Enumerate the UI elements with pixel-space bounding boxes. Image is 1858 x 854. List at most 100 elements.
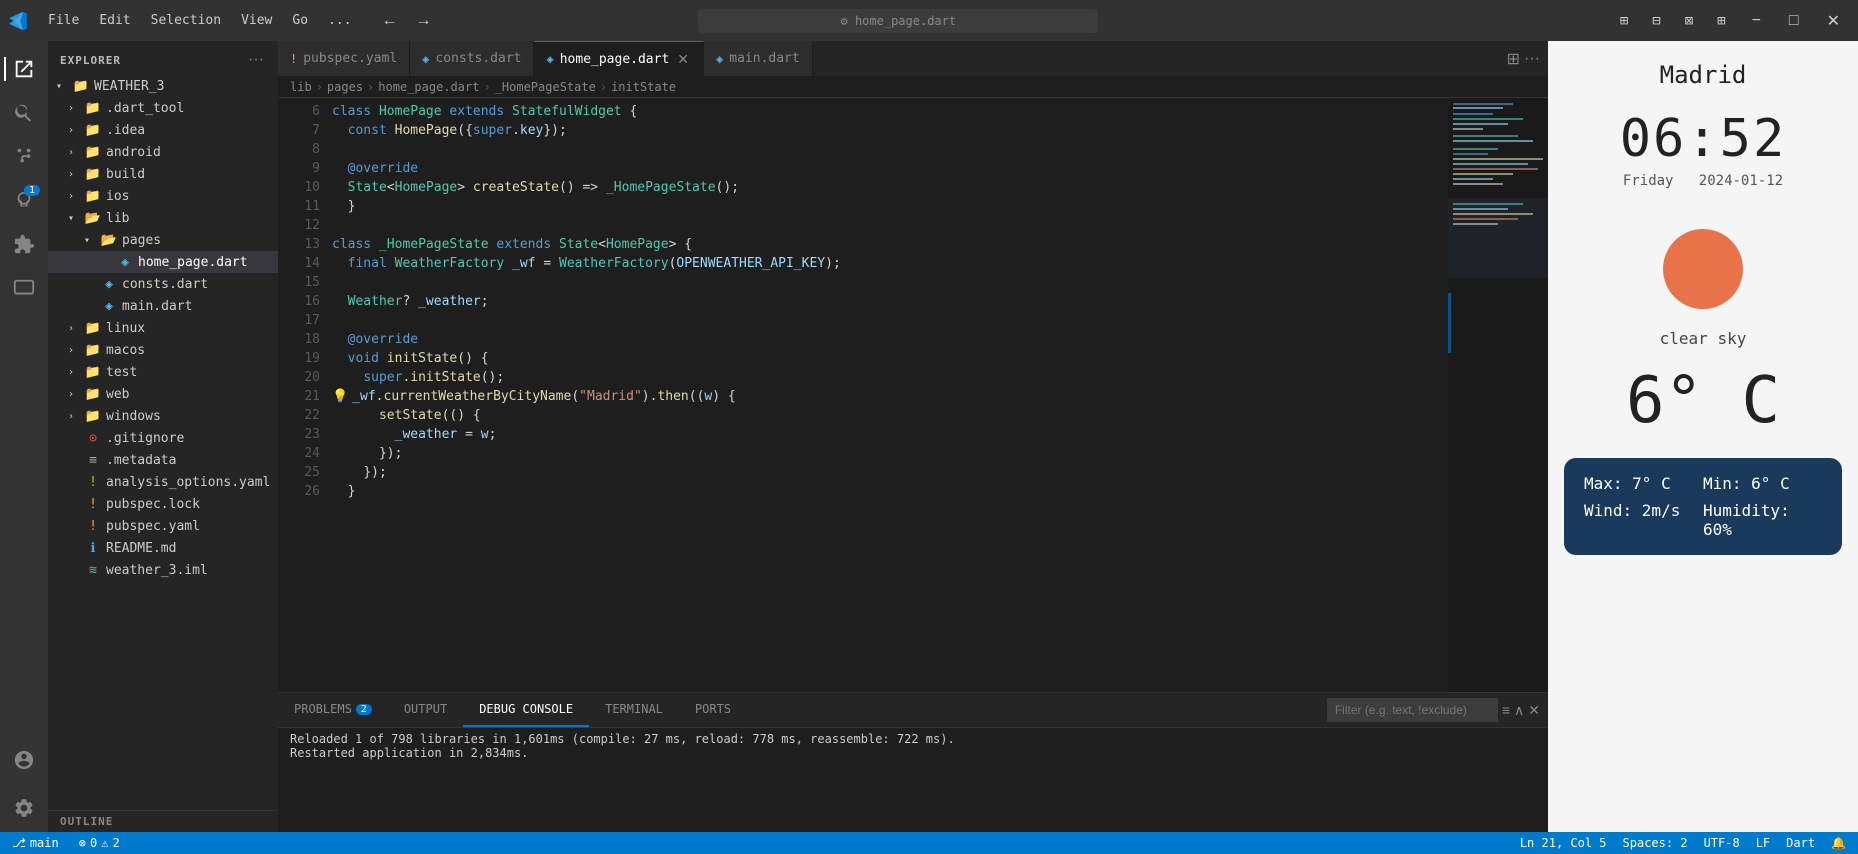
yaml-icon: ! [84, 475, 102, 490]
panel-tab-ports[interactable]: PORTS [679, 693, 747, 727]
panel-close-button[interactable]: ✕ [1528, 702, 1540, 719]
breadcrumb-lib[interactable]: lib [290, 80, 312, 94]
breadcrumb-class[interactable]: _HomePageState [495, 80, 596, 94]
activity-source-control[interactable] [4, 137, 44, 177]
activity-extensions[interactable] [4, 225, 44, 265]
sidebar-item-main[interactable]: ◈ main.dart [48, 295, 278, 317]
sidebar-item-weather-iml[interactable]: ≋ weather_3.iml [48, 559, 278, 581]
breadcrumb-file[interactable]: home_page.dart [378, 80, 479, 94]
sidebar-item-android[interactable]: › 📁 android [48, 141, 278, 163]
weather-min-temp: Min: 6° C [1703, 474, 1822, 493]
panel-tabs: PROBLEMS 2 OUTPUT DEBUG CONSOLE TERMINAL… [278, 693, 1548, 728]
sidebar-item-gitignore[interactable]: ⊙ .gitignore [48, 427, 278, 449]
panel-filter-input[interactable] [1327, 698, 1498, 722]
console-line: Restarted application in 2,834ms. [290, 746, 1536, 760]
status-feedback[interactable]: 🔔 [1827, 836, 1850, 850]
settings-layout-icon[interactable]: ⊞ [1612, 9, 1636, 33]
minimize-button[interactable]: − [1742, 8, 1771, 34]
panel-tab-problems[interactable]: PROBLEMS 2 [278, 693, 388, 727]
status-language[interactable]: Dart [1782, 836, 1819, 850]
tab-close-button[interactable]: ✕ [675, 51, 691, 68]
breadcrumb-pages[interactable]: pages [327, 80, 363, 94]
sidebar-item-pubspec[interactable]: ! pubspec.yaml [48, 515, 278, 537]
code-content[interactable]: class HomePage extends StatefulWidget { … [328, 98, 1448, 692]
status-encoding[interactable]: UTF-8 [1700, 836, 1744, 850]
search-bar[interactable]: ⚙ home_page.dart [698, 9, 1098, 33]
customize-layout-icon[interactable]: ⊞ [1709, 9, 1733, 33]
activity-remote[interactable] [4, 269, 44, 309]
folder-icon: 📁 [84, 189, 102, 204]
language-text: Dart [1786, 836, 1815, 850]
panel-scroll-up-button[interactable]: ∧ [1514, 702, 1524, 719]
panel-tab-terminal[interactable]: TERMINAL [589, 693, 679, 727]
sidebar-item-dart-tool[interactable]: › 📁 .dart_tool [48, 97, 278, 119]
sidebar-more-button[interactable]: ··· [246, 49, 266, 71]
sidebar-item-windows[interactable]: › 📁 windows [48, 405, 278, 427]
close-button[interactable]: ✕ [1817, 7, 1850, 35]
tab-consts[interactable]: ◈ consts.dart [410, 41, 534, 76]
panel-layout-icon[interactable]: ⊟ [1644, 9, 1668, 33]
folder-icon: 📁 [72, 79, 90, 94]
sidebar-item-consts[interactable]: ◈ consts.dart [48, 273, 278, 295]
status-spaces[interactable]: Spaces: 2 [1619, 836, 1692, 850]
sidebar-header: EXPLORER ··· [48, 41, 278, 75]
sidebar-item-web[interactable]: › 📁 web [48, 383, 278, 405]
activity-explorer[interactable] [4, 49, 44, 89]
menu-view[interactable]: View [233, 9, 280, 32]
weather-panel: Madrid 06:52 Friday 2024-01-12 clear sky… [1548, 41, 1858, 832]
activity-run-debug[interactable]: 1 [4, 181, 44, 221]
sidebar-item-pubspec-lock[interactable]: ! pubspec.lock [48, 493, 278, 515]
menu-edit[interactable]: Edit [91, 9, 138, 32]
tab-home-page[interactable]: ◈ home_page.dart ✕ [534, 41, 704, 76]
outline-section[interactable]: OUTLINE [48, 810, 278, 832]
split-editor-button[interactable]: ⊞ [1507, 49, 1520, 69]
status-line-col[interactable]: Ln 21, Col 5 [1516, 836, 1611, 850]
status-errors[interactable]: ⊗ 0 ⚠ 2 [75, 836, 124, 850]
menu-go[interactable]: Go [284, 9, 316, 32]
activity-settings[interactable] [4, 788, 44, 828]
code-line: }); [328, 463, 1448, 482]
status-crlf[interactable]: LF [1752, 836, 1774, 850]
maximize-button[interactable]: □ [1779, 8, 1809, 34]
sidebar-item-readme[interactable]: ℹ README.md [48, 537, 278, 559]
menu-more[interactable]: ... [320, 9, 359, 32]
code-line: _weather = w; [328, 425, 1448, 444]
nav-forward-button[interactable]: → [410, 8, 438, 34]
status-bar: ⎇ main ⊗ 0 ⚠ 2 Ln 21, Col 5 Spaces: 2 UT… [0, 832, 1858, 854]
sidebar-item-pages[interactable]: ▾ 📂 pages [48, 229, 278, 251]
problems-label: PROBLEMS [294, 702, 352, 716]
sidebar-item-home-page[interactable]: ◈ home_page.dart [48, 251, 278, 273]
arrow-icon: › [68, 389, 84, 400]
panel-tab-output[interactable]: OUTPUT [388, 693, 463, 727]
split-layout-icon[interactable]: ⊠ [1677, 9, 1701, 33]
item-label: weather_3.iml [106, 563, 278, 578]
sidebar-item-analysis[interactable]: ! analysis_options.yaml [48, 471, 278, 493]
sidebar-item-build[interactable]: › 📁 build [48, 163, 278, 185]
sidebar-item-macos[interactable]: › 📁 macos [48, 339, 278, 361]
menu-selection[interactable]: Selection [143, 9, 229, 32]
activity-account[interactable] [4, 740, 44, 780]
activity-search[interactable] [4, 93, 44, 133]
sidebar-item-linux[interactable]: › 📁 linux [48, 317, 278, 339]
sidebar-item-ios[interactable]: › 📁 ios [48, 185, 278, 207]
status-branch[interactable]: ⎇ main [8, 836, 63, 850]
panel-list-view-button[interactable]: ≡ [1502, 702, 1510, 718]
weather-date-value: 2024-01-12 [1699, 173, 1783, 189]
sidebar-item-metadata[interactable]: ≡ .metadata [48, 449, 278, 471]
tab-main[interactable]: ◈ main.dart [704, 41, 813, 76]
tree-root[interactable]: ▾ 📁 WEATHER_3 [48, 75, 278, 97]
status-right: Ln 21, Col 5 Spaces: 2 UTF-8 LF Dart 🔔 [1516, 836, 1850, 850]
sidebar-item-test[interactable]: › 📁 test [48, 361, 278, 383]
weather-city: Madrid [1660, 61, 1747, 89]
panel-tab-debug-console[interactable]: DEBUG CONSOLE [463, 693, 589, 727]
tab-pubspec[interactable]: ! pubspec.yaml [278, 41, 410, 76]
nav-back-button[interactable]: ← [376, 8, 404, 34]
titlebar: File Edit Selection View Go ... ← → ⚙ ho… [0, 0, 1858, 41]
sidebar-item-idea[interactable]: › 📁 .idea [48, 119, 278, 141]
code-line: @override [328, 159, 1448, 178]
sidebar-item-lib[interactable]: ▾ 📂 lib [48, 207, 278, 229]
item-label: .dart_tool [106, 101, 278, 116]
menu-file[interactable]: File [40, 9, 87, 32]
breadcrumb-method[interactable]: initState [611, 80, 676, 94]
more-actions-button[interactable]: ··· [1524, 50, 1540, 68]
